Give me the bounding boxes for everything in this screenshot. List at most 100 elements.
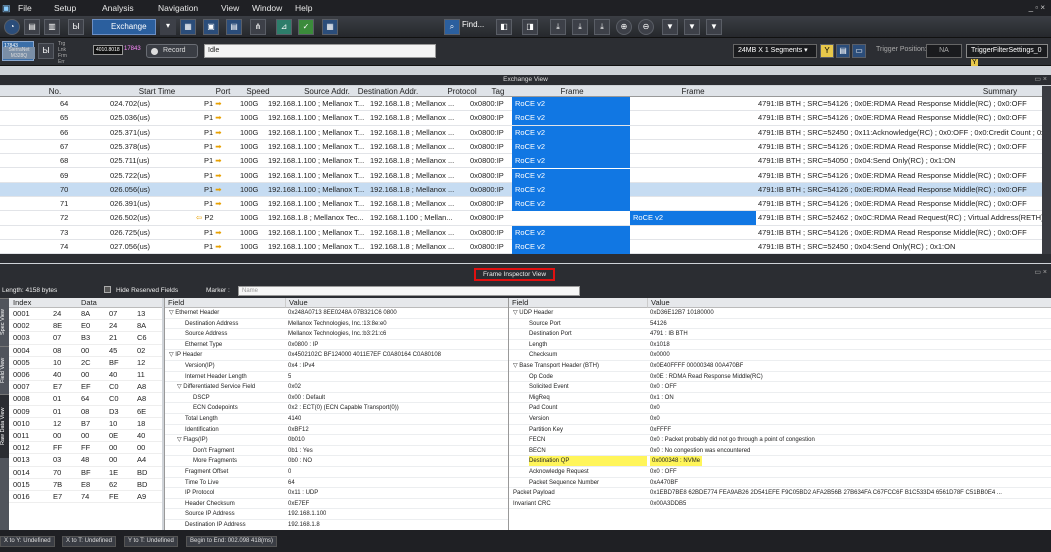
field-row[interactable]: Source IP Address 192.168.1.100 — [165, 509, 509, 520]
trigger-y-icon[interactable]: Y — [820, 44, 834, 58]
menu-view[interactable]: View — [221, 3, 239, 13]
table-row[interactable]: 70 026.056(us) P1 ➡ 100G 192.168.1.100 ; Mel… — [0, 182, 1042, 198]
field-row[interactable]: Identification 0xBF12 — [165, 425, 509, 436]
layout-icon[interactable]: ▥ — [44, 19, 60, 35]
field-row[interactable]: Destination QP 0x000348 : NVMe — [509, 456, 1051, 467]
grid-icon[interactable]: ▦ — [322, 19, 338, 35]
frame-cell-1[interactable]: RoCE v2 — [512, 168, 630, 183]
table-row[interactable]: 66 025.371(us) P1 ➡ 100G 192.168.1.100 ; Mel… — [0, 125, 1042, 140]
field-row[interactable]: DSCP 0x00 : Default — [165, 393, 509, 404]
frame-cell-1[interactable]: RoCE v2 — [512, 139, 630, 154]
vertical-scrollbar[interactable] — [1042, 86, 1051, 254]
frame-cell-1[interactable]: RoCE v2 — [512, 97, 630, 111]
field-row[interactable]: Packet Payload 0x1EBD7BE8 62BDE774 FEA9AB… — [509, 488, 1051, 499]
col-frame-2[interactable]: Frame — [630, 86, 756, 97]
marker-input[interactable]: Name — [238, 286, 580, 296]
bookmark-icon[interactable]: ⤓ — [550, 19, 566, 35]
field-row[interactable]: Internet Header Length 5 — [165, 372, 509, 383]
record-button[interactable]: Record — [146, 44, 198, 58]
field-row[interactable]: Packet Sequence Number 0xA470BF — [509, 478, 1051, 489]
window-controls[interactable]: _ ▫ × — [1029, 3, 1045, 12]
table-row[interactable]: 71 026.391(us) P1 ➡ 100G 192.168.1.100 ; Mel… — [0, 197, 1042, 212]
col-frame-1[interactable]: Frame — [512, 86, 632, 97]
table-row[interactable]: 73 026.725(us) P1 ➡ 100G 192.168.1.100 ; Mel… — [0, 225, 1042, 240]
field-row[interactable]: ▽ IP Header 0x4502102C BF124000 4011E7EF … — [165, 350, 509, 361]
field-row[interactable]: Version 0x0 — [509, 414, 1051, 425]
frame-cell-1[interactable]: RoCE v2 — [512, 225, 630, 240]
check-icon[interactable]: ✓ — [298, 19, 314, 35]
tab-spec-view[interactable]: Spec View — [0, 298, 9, 346]
col-start-time[interactable]: Start Time — [110, 86, 204, 97]
table-row[interactable]: 67 025.378(us) P1 ➡ 100G 192.168.1.100 ; Mel… — [0, 139, 1042, 155]
horizontal-scrollbar[interactable] — [0, 254, 1051, 263]
device-tile[interactable]: 17843 SierraNet M328Q — [2, 41, 35, 61]
settings-icon[interactable]: Ы — [38, 43, 54, 59]
bookmark-remove-icon[interactable]: ⤓ — [594, 19, 610, 35]
frame-cell-1[interactable]: RoCE v2 — [512, 111, 630, 126]
trigger-options-icon[interactable]: ▤ — [836, 44, 850, 58]
frame-cell-2[interactable]: RoCE v2 — [630, 211, 756, 226]
menu-help[interactable]: Help — [295, 3, 312, 13]
field-row[interactable]: Solicited Event 0x0 : OFF — [509, 382, 1051, 393]
raw-row[interactable]: 0009 01 08 D3 6E — [9, 406, 162, 418]
field-row[interactable]: ▽ Flags(IP) 0b010 — [165, 435, 509, 446]
field-row[interactable]: Op Code 0x0E : RDMA Read Response Middle(… — [509, 372, 1051, 383]
raw-row[interactable]: 0013 03 48 00 A4 — [9, 454, 162, 467]
frame-cell-1[interactable]: RoCE v2 — [512, 182, 630, 197]
raw-row[interactable]: 0010 12 B7 10 18 — [9, 418, 162, 430]
menu-analysis[interactable]: Analysis — [102, 3, 134, 13]
view-icon-2[interactable]: ▣ — [203, 19, 219, 35]
menu-navigation[interactable]: Navigation — [158, 3, 198, 13]
hide-reserved-checkbox[interactable] — [104, 286, 111, 293]
raw-row[interactable]: 0004 08 00 45 02 — [9, 345, 162, 357]
raw-row[interactable]: 0007 E7 EF C0 A8 — [9, 381, 162, 394]
field-row[interactable]: Header Checksum 0xE7EF — [165, 499, 509, 510]
raw-row[interactable]: 0011 00 00 0E 40 — [9, 430, 162, 443]
raw-row[interactable]: 0003 07 B3 21 C6 — [9, 332, 162, 345]
field-row[interactable]: Destination IP Address 192.168.1.8 — [165, 520, 509, 531]
field-row[interactable]: Checksum 0x0000 — [509, 350, 1051, 361]
table-row[interactable]: 68 025.711(us) P1 ➡ 100G 192.168.1.100 ; Mel… — [0, 154, 1042, 169]
segments-select[interactable]: 24MB X 1 Segments ▾ — [733, 44, 817, 58]
raw-row[interactable]: 0016 E7 74 FE A9 — [9, 491, 162, 504]
raw-row[interactable]: 0005 10 2C BF 12 — [9, 357, 162, 369]
hierarchy-icon[interactable]: ⋔ — [250, 19, 266, 35]
col-port[interactable]: Port — [204, 86, 242, 97]
field-row[interactable]: Don't Fragment 0b1 : Yes — [165, 446, 509, 457]
raw-row[interactable]: 0014 70 BF 1E BD — [9, 467, 162, 479]
exchange-view-button[interactable]: Exchange — [92, 19, 156, 35]
menu-setup[interactable]: Setup — [54, 3, 76, 13]
open-icon[interactable]: ▤ — [24, 19, 40, 35]
table-row[interactable]: 64 024.702(us) P1 ➡ 100G 192.168.1.100 ; Mel… — [0, 97, 1042, 112]
tab-raw-data-view[interactable]: Raw Data View — [0, 394, 9, 458]
filter-icon[interactable]: ▼ — [662, 19, 678, 35]
field-row[interactable]: Partition Key 0xFFFF — [509, 425, 1051, 436]
zoom-in-icon[interactable]: ⊕ — [616, 19, 632, 35]
field-row[interactable]: ▽ Ethernet Header 0x248A0713 8EE0248A 07B… — [165, 308, 509, 319]
field-row[interactable]: Time To Live 64 — [165, 478, 509, 489]
field-row[interactable]: Destination Port 4791 : IB BTH — [509, 329, 1051, 340]
filter-clear-icon[interactable]: ▼ — [706, 19, 722, 35]
field-row[interactable]: Source Port 54126 — [509, 319, 1051, 330]
frame-cell-1[interactable]: RoCE v2 — [512, 240, 630, 254]
field-row[interactable]: Fragment Offset 0 — [165, 467, 509, 478]
menu-file[interactable]: File — [18, 3, 32, 13]
field-row[interactable]: ▽ Differentiated Service Field 0x02 — [165, 382, 509, 393]
field-row[interactable]: ▽ Base Transport Header (BTH) 0x0E40FFFF … — [509, 361, 1051, 372]
field-row[interactable]: Invariant CRC 0x00A3DDB5 — [509, 499, 1051, 510]
field-row[interactable]: Version(IP) 0x4 : IPv4 — [165, 361, 509, 372]
field-row[interactable]: IP Protocol 0x11 : UDP — [165, 488, 509, 499]
field-row[interactable]: ▽ UDP Header 0xD36E12B7 10180000 — [509, 308, 1051, 319]
port-box[interactable]: 4010.8018 — [93, 45, 123, 55]
pane-icon[interactable]: Ы — [68, 19, 84, 35]
field-row[interactable]: MigReq 0x1 : ON — [509, 393, 1051, 404]
frame-cell-1[interactable]: RoCE v2 — [512, 197, 630, 212]
frame-cell-1[interactable]: RoCE v2 — [512, 154, 630, 169]
field-row[interactable]: Pad Count 0x0 — [509, 403, 1051, 414]
table-row[interactable]: 69 025.722(us) P1 ➡ 100G 192.168.1.100 ; Mel… — [0, 168, 1042, 183]
field-row[interactable]: More Fragments 0b0 : NO — [165, 456, 509, 467]
inspector-panel-controls-icon[interactable]: ▭ × — [1034, 268, 1047, 276]
table-row[interactable]: 72 026.502(us) ⇦ P2 100G 192.168.1.8 ; Mella… — [0, 211, 1042, 226]
field-row[interactable]: FECN 0x0 : Packet probably did not go thr… — [509, 435, 1051, 446]
frame-cell-1[interactable]: RoCE v2 — [512, 125, 630, 140]
